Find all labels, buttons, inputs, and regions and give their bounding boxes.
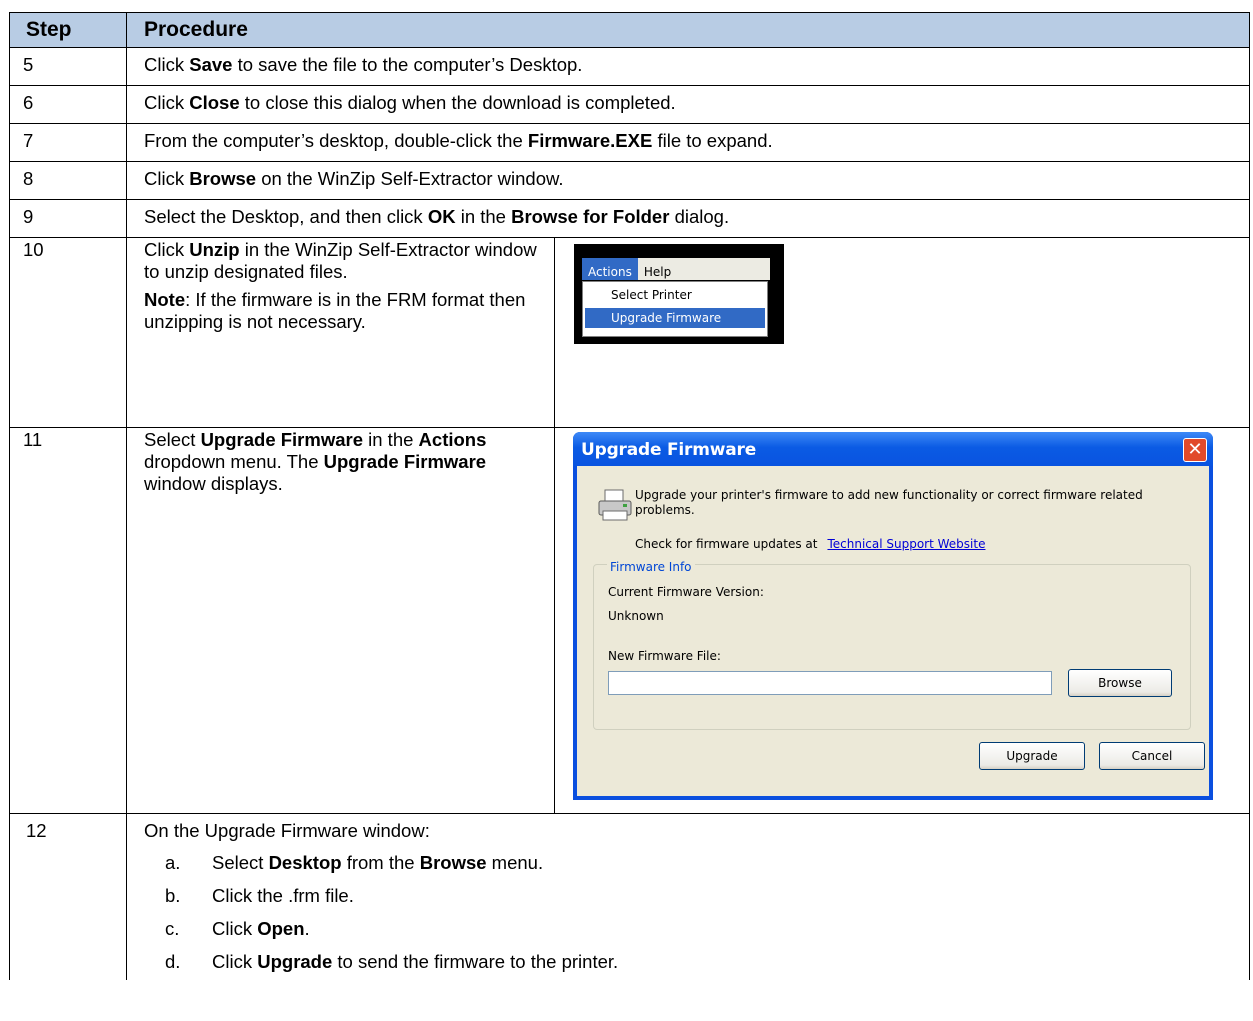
- upgrade-firmware-dialog: Upgrade Firmware ✕ Upgrade your printer'…: [573, 432, 1213, 800]
- step-intro: On the Upgrade Firmware window:: [144, 820, 430, 841]
- check-updates-line: Check for firmware updates at Technical S…: [635, 537, 986, 551]
- actions-dropdown: Select Printer Upgrade Firmware: [582, 281, 768, 337]
- dialog-titlebar: Upgrade Firmware ✕: [573, 432, 1213, 466]
- current-version-value: Unknown: [608, 609, 664, 623]
- menu-screenshot: Actions Help Select Printer Upgrade Firm…: [574, 244, 784, 344]
- step-text: Click Close to close this dialog when th…: [126, 85, 1250, 124]
- step-text: Select Upgrade Firmware in the Actions d…: [126, 427, 555, 814]
- dialog-screenshot-cell: Upgrade Firmware ✕ Upgrade your printer'…: [554, 427, 1250, 814]
- technical-support-link[interactable]: Technical Support Website: [827, 537, 985, 551]
- step-text: Click Unzip in the WinZip Self-Extractor…: [126, 237, 555, 428]
- table-row: 12 On the Upgrade Firmware window: a. Sel…: [9, 813, 1250, 980]
- table-row: 5 Click Save to save the file to the com…: [9, 47, 1250, 86]
- step-text: Click Browse on the WinZip Self-Extracto…: [126, 161, 1250, 200]
- dialog-title: Upgrade Firmware: [581, 440, 757, 460]
- menu-help[interactable]: Help: [638, 258, 677, 280]
- header-step: Step: [9, 12, 127, 48]
- menu-bar: Actions Help: [582, 258, 770, 280]
- table-row: 9 Select the Desktop, and then click OK …: [9, 199, 1250, 238]
- step-text: Click Save to save the file to the compu…: [126, 47, 1250, 86]
- table-row: 6 Click Close to close this dialog when …: [9, 85, 1250, 124]
- menu-item-upgrade-firmware[interactable]: Upgrade Firmware: [585, 308, 765, 328]
- list-item: b. Click the .frm file.: [165, 885, 354, 906]
- step-number: 10: [9, 237, 127, 428]
- dialog-description: Upgrade your printer's firmware to add n…: [635, 488, 1143, 517]
- new-file-label: New Firmware File:: [608, 649, 721, 663]
- step-number: 5: [9, 47, 127, 86]
- step-number: 7: [9, 123, 127, 162]
- step-text: On the Upgrade Firmware window: a. Select…: [126, 813, 1250, 980]
- table-row: 8 Click Browse on the WinZip Self-Extrac…: [9, 161, 1250, 200]
- printer-icon: [598, 489, 632, 521]
- table-header-row: Step Procedure: [9, 12, 1250, 48]
- list-item: c. Click Open.: [165, 918, 310, 939]
- table-row: 11 Select Upgrade Firmware in the Action…: [9, 427, 1250, 814]
- step-number: 11: [9, 427, 127, 814]
- close-icon[interactable]: ✕: [1183, 438, 1207, 462]
- dialog-body: Upgrade your printer's firmware to add n…: [577, 466, 1209, 796]
- step-text: From the computer’s desktop, double-clic…: [126, 123, 1250, 162]
- step-number: 8: [9, 161, 127, 200]
- upgrade-button[interactable]: Upgrade: [979, 742, 1085, 770]
- step-text: Select the Desktop, and then click OK in…: [126, 199, 1250, 238]
- table-row: 7 From the computer’s desktop, double-cl…: [9, 123, 1250, 162]
- cancel-button[interactable]: Cancel: [1099, 742, 1205, 770]
- list-item: d. Click Upgrade to send the firmware to …: [165, 951, 619, 972]
- substep-list: a. Select Desktop from the Browse menu. b…: [144, 848, 1241, 980]
- step-number: 9: [9, 199, 127, 238]
- current-version-label: Current Firmware Version:: [608, 585, 764, 599]
- firmware-info-group: Firmware Info Current Firmware Version: …: [593, 556, 1191, 730]
- browse-button[interactable]: Browse: [1068, 669, 1172, 697]
- menu-item-select-printer[interactable]: Select Printer: [585, 285, 765, 305]
- header-procedure: Procedure: [126, 12, 1250, 48]
- group-label: Firmware Info: [607, 556, 695, 578]
- table-row: 10 Click Unzip in the WinZip Self-Extrac…: [9, 237, 1250, 428]
- step-note: Note: If the firmware is in the FRM form…: [144, 289, 526, 332]
- menu-screenshot-cell: Actions Help Select Printer Upgrade Firm…: [554, 237, 1250, 428]
- procedure-table: Step Procedure 5 Click Save to save the …: [9, 12, 1250, 980]
- new-file-input[interactable]: [608, 671, 1052, 695]
- step-number: 6: [9, 85, 127, 124]
- step-number: 12: [9, 813, 127, 980]
- menu-actions[interactable]: Actions: [582, 258, 638, 280]
- list-item: a. Select Desktop from the Browse menu.: [165, 852, 544, 873]
